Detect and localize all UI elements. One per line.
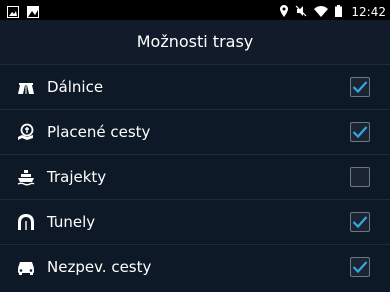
battery-icon — [335, 2, 343, 21]
option-checkbox[interactable] — [350, 257, 370, 277]
page-header: Možnosti trasy — [0, 20, 390, 64]
option-row-unpaved-roads[interactable]: Nezpev. cesty — [0, 244, 390, 289]
ferry-icon — [16, 167, 36, 187]
option-label: Trajekty — [47, 168, 107, 186]
option-row-tunnels[interactable]: Tunely — [0, 199, 390, 244]
option-label: Nezpev. cesty — [47, 258, 152, 276]
toll-road-icon — [16, 122, 36, 142]
option-label: Dálnice — [47, 78, 104, 96]
option-checkbox[interactable] — [350, 122, 370, 142]
option-label: Tunely — [47, 213, 96, 231]
unpaved-road-icon — [16, 257, 36, 277]
option-row-toll-roads[interactable]: Placené cesty — [0, 109, 390, 154]
option-checkbox[interactable] — [350, 167, 370, 187]
status-time: 12:42 — [351, 4, 386, 19]
option-checkbox[interactable] — [350, 212, 370, 232]
mute-icon — [295, 2, 307, 21]
location-icon — [280, 2, 289, 21]
wifi-icon — [314, 2, 329, 21]
option-row-ferries[interactable]: Trajekty — [0, 154, 390, 199]
tunnel-icon — [16, 212, 36, 232]
option-checkbox[interactable] — [350, 77, 370, 97]
option-label: Placené cesty — [47, 123, 151, 141]
status-bar: 12:42 — [0, 0, 390, 20]
option-row-highway[interactable]: Dálnice — [0, 64, 390, 109]
page-title: Možnosti trasy — [136, 32, 254, 51]
route-options-list: Dálnice Placené cesty Trajekty Tunely Ne… — [0, 64, 390, 289]
highway-icon — [16, 77, 36, 97]
